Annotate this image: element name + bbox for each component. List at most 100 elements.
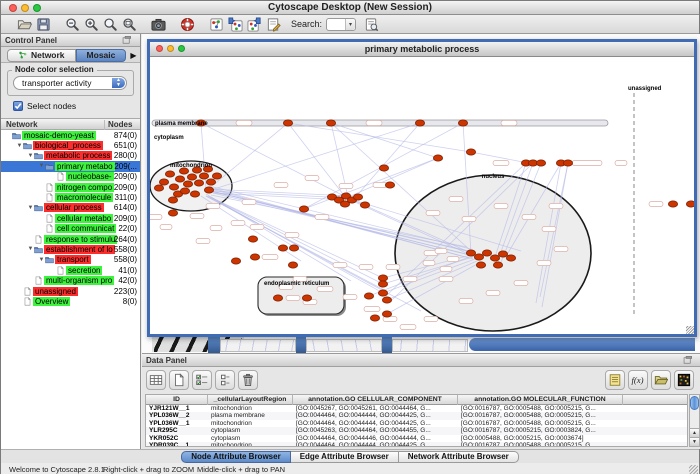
network-node[interactable] [378, 290, 387, 296]
network-node[interactable] [382, 297, 391, 303]
open-session-icon[interactable] [16, 16, 33, 33]
network-node[interactable] [382, 311, 391, 317]
tab-edge-attribute-browser[interactable]: Edge Attribute Browser [291, 451, 399, 463]
expand-arrow-icon[interactable]: ▼ [27, 153, 34, 159]
network-node[interactable] [353, 194, 362, 200]
tree-item-mosaic-demo-yeast[interactable]: mosaic-demo-yeast874(0) [1, 130, 140, 140]
tree-item-cell-communicat[interactable]: cell communicat22(0) [1, 224, 140, 234]
network-node[interactable] [506, 255, 515, 261]
search-config-icon[interactable] [363, 16, 380, 33]
table-row[interactable]: YDR039C__1mitochondrion[GO:0044464, GO:0… [146, 442, 687, 446]
network-node[interactable] [283, 120, 292, 126]
network-node[interactable] [563, 160, 572, 166]
network-node[interactable] [498, 251, 507, 257]
zoom-in-icon[interactable] [83, 16, 100, 33]
tree-item-macromolecule[interactable]: macromolecule311(0) [1, 192, 140, 202]
tree-item-metabolic-process[interactable]: ▼metabolic process280(0) [1, 151, 140, 161]
network-node[interactable] [180, 188, 189, 194]
network-node[interactable] [364, 293, 373, 299]
expand-arrow-icon[interactable]: ▼ [38, 257, 45, 263]
network-node[interactable] [476, 262, 485, 268]
attribute-pair-icon[interactable] [215, 370, 235, 390]
tab-network[interactable]: Network [7, 49, 76, 62]
network-node[interactable] [490, 255, 499, 261]
tree-item-nitrogen-compo[interactable]: nitrogen compo209(0) [1, 182, 140, 192]
network-node[interactable] [482, 250, 491, 256]
scrollbar-thumb[interactable] [690, 396, 699, 410]
network-canvas[interactable]: plasma membranecytoplasmmitochondrionnuc… [150, 57, 694, 334]
import-attributes-icon[interactable] [651, 370, 671, 390]
tree-item-nucleobase-[interactable]: nucleobase-209(0) [1, 172, 140, 182]
network-node[interactable] [168, 210, 177, 216]
tree-item-overview[interactable]: Overview8(0) [1, 296, 140, 306]
tab-mosaic[interactable]: Mosaic [76, 49, 127, 62]
network-node[interactable] [433, 155, 442, 161]
network-edge[interactable] [304, 158, 438, 209]
tree-item-establishment-of-lo[interactable]: ▼establishment of lo558(0) [1, 244, 140, 254]
node-color-dropdown[interactable]: transporter activity ▲▼ [13, 76, 127, 90]
network-node[interactable] [299, 206, 308, 212]
tree-item-transport[interactable]: ▼transport558(0) [1, 255, 140, 265]
network-node[interactable] [273, 295, 282, 301]
column-header-2[interactable]: annotation.GO CELLULAR_COMPONENT [293, 395, 458, 405]
attribute-grid-icon[interactable] [146, 370, 166, 390]
network-node[interactable] [159, 179, 168, 185]
network-node[interactable] [378, 281, 387, 287]
network-edge[interactable] [210, 197, 383, 284]
float-panel-icon[interactable] [117, 32, 136, 49]
column-header-0[interactable]: ID [146, 395, 208, 405]
tree-item-secretion[interactable]: secretion41(0) [1, 265, 140, 275]
tree-item-response-to-stimulu[interactable]: response to stimulu264(0) [1, 234, 140, 244]
new-attribute-icon[interactable] [169, 370, 189, 390]
network-node[interactable] [340, 201, 349, 207]
table-row[interactable]: YJR121W__1mitochondrion[GO:0045267, GO:0… [146, 405, 687, 412]
tab-network-attribute-browser[interactable]: Network Attribute Browser [399, 451, 519, 463]
save-session-icon[interactable] [35, 16, 52, 33]
float-panel-icon[interactable] [118, 32, 135, 49]
network-node[interactable] [288, 262, 297, 268]
network-node[interactable] [474, 254, 483, 260]
network-edge[interactable] [288, 123, 346, 198]
tree-item-primary-metabo[interactable]: ▼primary metabo209(... [1, 161, 140, 171]
attribute-table[interactable]: ID_cellularLayoutRegionannotation.GO CEL… [145, 394, 688, 447]
network-edge[interactable] [288, 123, 471, 152]
function-builder-icon[interactable]: f(x) [628, 370, 648, 390]
float-panel-icon[interactable] [678, 352, 697, 369]
network-node[interactable] [415, 120, 424, 126]
zoom-out-icon[interactable] [64, 16, 81, 33]
select-attributes-icon[interactable] [192, 370, 212, 390]
float-panel-icon[interactable] [679, 352, 696, 369]
network-edge[interactable] [346, 158, 438, 198]
network-node[interactable] [493, 262, 502, 268]
column-header-1[interactable]: _cellularLayoutRegion [208, 395, 293, 405]
tab-scroll-right-icon[interactable]: ▶ [130, 51, 136, 60]
table-row[interactable]: YLR295Ccytoplasm[GO:0045263, GO:0044464,… [146, 427, 687, 434]
table-row[interactable]: YPL036W__1mitochondrion[GO:0044464, GO:0… [146, 420, 687, 427]
network-node[interactable] [668, 201, 677, 207]
network-edge[interactable] [331, 123, 438, 158]
network-node[interactable] [536, 160, 545, 166]
delete-attribute-icon[interactable] [238, 370, 258, 390]
network-node[interactable] [385, 182, 394, 188]
network-node[interactable] [190, 191, 199, 197]
network-node[interactable] [183, 181, 192, 187]
network-node[interactable] [466, 250, 475, 256]
network-node[interactable] [175, 176, 184, 182]
network-node[interactable] [466, 149, 475, 155]
export-network-icon[interactable] [246, 16, 263, 33]
table-row[interactable]: YKR052Ccytoplasm[GO:0044464, GO:0044446,… [146, 435, 687, 442]
tree-item-cellular-process[interactable]: ▼cellular process614(0) [1, 203, 140, 213]
network-node[interactable] [686, 201, 694, 207]
network-node[interactable] [370, 315, 379, 321]
network-node[interactable] [360, 202, 369, 208]
network-node[interactable] [212, 173, 221, 179]
checkbox-checked-icon[interactable] [13, 101, 23, 111]
expand-arrow-icon[interactable]: ▼ [27, 246, 34, 252]
attribute-table-header[interactable]: ID_cellularLayoutRegionannotation.GO CEL… [146, 395, 687, 405]
network-node[interactable] [289, 245, 298, 251]
column-header-3[interactable]: annotation.GO MOLECULAR_FUNCTION [458, 395, 623, 405]
network-node[interactable] [231, 258, 240, 264]
tab-node-attribute-browser[interactable]: Node Attribute Browser [181, 451, 291, 463]
import-network-icon[interactable] [227, 16, 244, 33]
annotation-tool-icon[interactable] [265, 16, 282, 33]
